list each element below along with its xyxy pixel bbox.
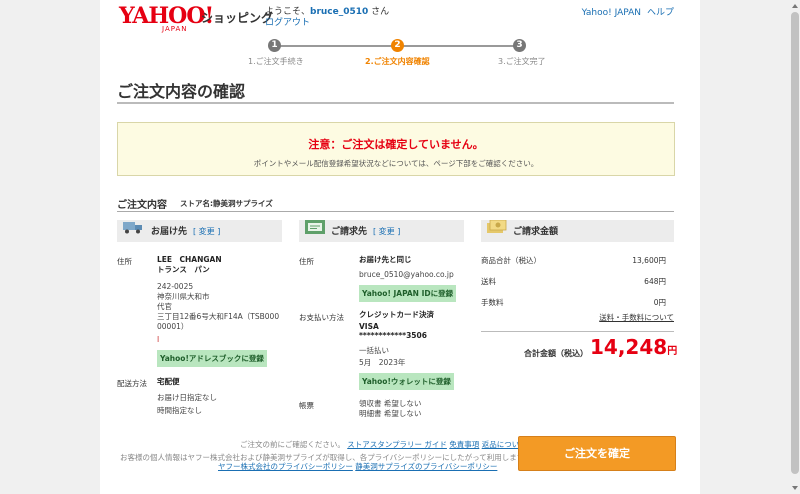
order-divider bbox=[117, 211, 674, 212]
yahoo-id-register-button[interactable]: Yahoo! JAPAN IDに登録 bbox=[359, 285, 457, 302]
forms-label: 帳票 bbox=[299, 401, 314, 410]
order-section-title: ご注文内容 bbox=[117, 200, 167, 211]
receipt-value: 領収書 希望しない bbox=[359, 399, 422, 408]
amount-row-value: 648円 bbox=[644, 277, 666, 286]
header-links: Yahoo! JAPAN ヘルプ bbox=[576, 5, 674, 18]
total-divider bbox=[481, 331, 674, 332]
step-1-label: 1.ご注文手続き bbox=[248, 57, 304, 66]
delivery-method-value: 宅配便 bbox=[157, 377, 180, 386]
disclaimer-link[interactable]: 免責事項 bbox=[449, 440, 479, 449]
privacy-links: ヤフー株式会社のプライバシーポリシー 静美洞サプライズのプライバシーポリシー bbox=[218, 461, 497, 472]
billing-email: bruce_0510@yahoo.co.jp bbox=[359, 270, 454, 279]
not-confirmed-notice: 注意：ご注文は確定していません。 ポイントやメール配信登録希望状況などについては… bbox=[117, 122, 675, 176]
delivery-method-label: 配送方法 bbox=[117, 379, 147, 388]
step-3-label: 3.ご注文完了 bbox=[498, 57, 546, 66]
footer-notes: ご注文の前にご確認ください。 ストアスタンプラリー ガイド 免責事項 返品につい… bbox=[240, 439, 526, 450]
scroll-down-arrow-icon[interactable] bbox=[792, 486, 798, 490]
payment-method-label: お支払い方法 bbox=[299, 313, 344, 322]
yahoo-logo-sub: JAPAN bbox=[162, 25, 188, 33]
page: YAHOO! JAPAN ショッピング ようこそ、bruce_0510 さん ロ… bbox=[100, 0, 700, 494]
delivery-time-value: 時間指定なし bbox=[157, 406, 202, 415]
amount-header: ご請求金額 bbox=[481, 219, 674, 243]
recipient-kana: トランス パン bbox=[157, 265, 210, 274]
store-name: ストア名:静美洞サプライズ bbox=[180, 199, 273, 208]
billing-change-link[interactable]: [ 変更 ] bbox=[373, 227, 400, 236]
service-name[interactable]: ショッピング bbox=[201, 9, 273, 26]
yahoo-japan-link[interactable]: Yahoo! JAPAN bbox=[582, 8, 641, 18]
total-yen: 円 bbox=[667, 346, 678, 357]
total-number: 14,248 bbox=[590, 335, 668, 359]
step-3-dot: 3 bbox=[513, 39, 526, 52]
truck-icon bbox=[123, 220, 145, 243]
yahoo-privacy-link[interactable]: ヤフー株式会社のプライバシーポリシー bbox=[218, 462, 353, 471]
wallet-register-button[interactable]: Yahoo!ウォレットに登録 bbox=[359, 373, 454, 390]
store-privacy-link[interactable]: 静美洞サプライズのプライバシーポリシー bbox=[355, 462, 497, 471]
scrollbar-thumb[interactable] bbox=[791, 12, 799, 474]
installment-type: 一括払い bbox=[359, 346, 389, 355]
billing-heading: ご請求先 bbox=[331, 227, 368, 237]
address-line-2: 代官 bbox=[157, 302, 172, 311]
address-line-1: 神奈川県大和市 bbox=[157, 292, 210, 301]
card-number: ************3506 bbox=[359, 331, 427, 340]
amount-row-label: 商品合計（税込） bbox=[481, 256, 541, 265]
total-label: 合計金額（税込） bbox=[524, 349, 588, 358]
amount-row-label: 送料 bbox=[481, 277, 496, 286]
footer-notes-prefix: ご注文の前にご確認ください。 bbox=[240, 440, 345, 449]
scrollbar[interactable] bbox=[790, 0, 800, 494]
address-line-4: 00001） bbox=[157, 322, 189, 331]
postal-code: 242-0025 bbox=[157, 282, 194, 291]
delivery-address-label: 住所 bbox=[117, 257, 132, 266]
help-link[interactable]: ヘルプ bbox=[647, 8, 674, 18]
billing-header: ご請求先 [ 変更 ] bbox=[299, 220, 464, 242]
page-title: ご注文内容の確認 bbox=[117, 82, 246, 101]
scroll-up-arrow-icon[interactable] bbox=[792, 4, 798, 8]
money-icon bbox=[487, 219, 507, 243]
delivery-header: お届け先 [ 変更 ] bbox=[117, 220, 282, 242]
delivery-date-value: お届け日指定なし bbox=[157, 393, 217, 402]
logout-link[interactable]: ログアウト bbox=[265, 15, 310, 28]
amount-row-value: 0円 bbox=[653, 298, 666, 307]
billing-same-as: お届け先と同じ bbox=[359, 255, 412, 264]
step-1-dot: 1 bbox=[268, 39, 281, 52]
notice-text: ポイントやメール配信登録希望状況などについては、ページ下部をご確認ください。 bbox=[253, 159, 539, 168]
address-line-3: 三丁目12番6号大和F14A（TSB000 bbox=[157, 312, 280, 321]
step-2-dot: 2 bbox=[391, 39, 404, 52]
delivery-change-link[interactable]: [ 変更 ] bbox=[193, 227, 220, 236]
amount-row-label: 手数料 bbox=[481, 298, 504, 307]
address-book-register-button[interactable]: Yahoo!アドレスブックに登録 bbox=[157, 350, 267, 367]
card-expiry: 5月 2023年 bbox=[359, 358, 406, 367]
stamp-rally-guide-link[interactable]: ストアスタンプラリー ガイド bbox=[347, 440, 447, 449]
delivery-heading: お届け先 bbox=[151, 227, 188, 237]
payment-method-value: クレジットカード決済 bbox=[359, 310, 434, 319]
notice-title: 注意：ご注文は確定していません。 bbox=[308, 138, 484, 151]
username-link[interactable]: bruce_0510 bbox=[310, 7, 368, 17]
amount-row-value: 13,600円 bbox=[632, 256, 666, 265]
amount-heading: ご請求金額 bbox=[513, 227, 559, 237]
fee-info-link[interactable]: 送料・手数料について bbox=[570, 312, 674, 323]
address-line-5: I bbox=[157, 335, 160, 344]
statement-value: 明細書 希望しない bbox=[359, 409, 422, 418]
billing-address-label: 住所 bbox=[299, 257, 314, 266]
confirm-order-button[interactable]: ご注文を確定 bbox=[518, 436, 676, 471]
invoice-icon bbox=[305, 220, 325, 243]
welcome-suffix: さん bbox=[368, 7, 390, 17]
step-2-label: 2.ご注文内容確認 bbox=[365, 57, 430, 66]
yahoo-logo[interactable]: YAHOO! bbox=[119, 5, 214, 27]
total-amount: 14,248円 bbox=[590, 335, 677, 359]
recipient-name: LEE CHANGAN bbox=[157, 255, 222, 264]
title-divider bbox=[117, 102, 674, 104]
